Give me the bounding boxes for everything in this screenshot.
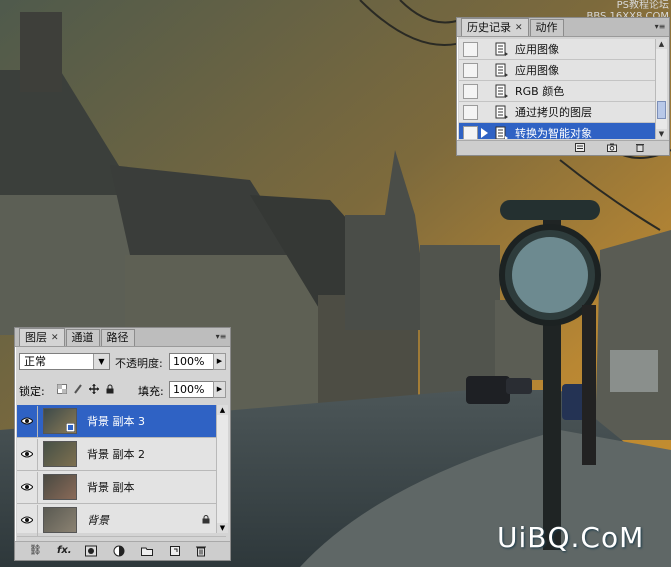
- history-item-label: 应用图像: [515, 43, 559, 56]
- lock-label: 锁定:: [19, 385, 45, 398]
- history-panel: 历史记录 ✕ 动作 ▾≡ 应用图像 应用图像 RGB 颜色 通过拷贝的图层 转换…: [456, 17, 670, 156]
- history-brush-source-checkbox[interactable]: [463, 125, 478, 139]
- visibility-eye-icon[interactable]: [17, 504, 38, 536]
- trash-icon[interactable]: [635, 143, 645, 152]
- tab-layers[interactable]: 图层 ✕: [19, 328, 65, 346]
- snapshot-icon[interactable]: [607, 143, 617, 152]
- scroll-up-icon[interactable]: ▲: [656, 39, 667, 49]
- lock-row: 锁定: 填充: 100% ▶: [19, 381, 226, 399]
- opacity-field[interactable]: 100% ▶: [169, 353, 226, 370]
- history-item[interactable]: 通过拷贝的图层: [459, 102, 655, 123]
- fill-field[interactable]: 100% ▶: [169, 381, 226, 398]
- blend-mode-select[interactable]: 正常 ▼: [19, 353, 110, 370]
- layer-thumbnail: [43, 441, 77, 467]
- history-item-label: 通过拷贝的图层: [515, 106, 592, 119]
- history-scrollbar[interactable]: ▲ ▼: [655, 39, 667, 139]
- opacity-value: 100%: [173, 355, 205, 368]
- tab-actions[interactable]: 动作: [529, 19, 564, 36]
- fx-icon[interactable]: fx.: [57, 545, 72, 557]
- history-item-label: 转换为智能对象: [515, 127, 592, 139]
- layers-tabs: 图层 ✕ 通道 路径 ▾≡: [15, 328, 230, 347]
- history-brush-source-checkbox[interactable]: [463, 83, 478, 99]
- mask-icon[interactable]: [85, 545, 97, 557]
- history-brush-source-checkbox[interactable]: [463, 104, 478, 120]
- layers-options: 正常 ▼ 不透明度: 100% ▶ 锁定: 填充: 100% ▶: [15, 347, 230, 405]
- tab-channels-label: 通道: [71, 331, 94, 344]
- scroll-up-icon[interactable]: ▲: [217, 405, 228, 415]
- new-document-from-state-icon[interactable]: [575, 143, 585, 152]
- panel-menu-icon[interactable]: ▾≡: [215, 332, 227, 342]
- layer-name: 背景 副本 2: [87, 448, 145, 461]
- fill-value: 100%: [173, 383, 205, 396]
- layers-scrollbar[interactable]: ▲ ▼: [216, 405, 228, 533]
- tab-paths[interactable]: 路径: [100, 329, 135, 346]
- visibility-eye-icon[interactable]: [17, 405, 38, 437]
- scroll-down-icon[interactable]: ▼: [656, 129, 667, 139]
- history-item[interactable]: 应用图像: [459, 39, 655, 60]
- layer-thumbnail: [43, 474, 77, 500]
- trash-icon[interactable]: [195, 545, 207, 557]
- chevron-right-icon[interactable]: ▶: [213, 381, 226, 398]
- close-icon[interactable]: ✕: [515, 20, 523, 36]
- history-item-selected[interactable]: 转换为智能对象: [459, 123, 655, 139]
- history-item-label: 应用图像: [515, 64, 559, 77]
- layer-lock-icon: [202, 515, 210, 524]
- tab-channels[interactable]: 通道: [65, 329, 100, 346]
- layer-list: 背景 副本 3 背景 副本 2 背景 副本 背景: [17, 405, 226, 537]
- watermark-top-line1: PS教程论坛: [616, 0, 669, 11]
- history-brush-source-checkbox[interactable]: [463, 41, 478, 57]
- panel-menu-icon[interactable]: ▾≡: [654, 22, 666, 32]
- history-item-label: RGB 颜色: [515, 85, 565, 98]
- layers-panel: 图层 ✕ 通道 路径 ▾≡ 正常 ▼ 不透明度: 100% ▶ 锁定: 填充:: [14, 327, 231, 561]
- lock-position-icon[interactable]: [89, 384, 99, 394]
- tab-history[interactable]: 历史记录 ✕: [461, 18, 529, 36]
- history-item[interactable]: RGB 颜色: [459, 81, 655, 102]
- opacity-label: 不透明度:: [115, 357, 163, 370]
- history-tabs: 历史记录 ✕ 动作 ▾≡: [457, 18, 669, 37]
- new-layer-icon[interactable]: [169, 545, 181, 557]
- folder-icon[interactable]: [141, 545, 153, 557]
- layers-bottom-bar: ⛓ fx.: [15, 541, 230, 560]
- layer-name: 背景: [87, 514, 109, 527]
- history-item[interactable]: 应用图像: [459, 60, 655, 81]
- visibility-eye-icon[interactable]: [17, 471, 38, 503]
- layer-row-selected[interactable]: 背景 副本 3: [17, 405, 226, 438]
- layer-name: 背景 副本: [87, 481, 135, 494]
- layer-name: 背景 副本 3: [87, 415, 145, 428]
- layer-row[interactable]: 背景 副本: [17, 471, 226, 504]
- history-bottom-bar: [457, 140, 669, 155]
- close-icon[interactable]: ✕: [51, 330, 59, 346]
- history-step-icon: [495, 126, 508, 139]
- layer-row[interactable]: 背景 副本 2: [17, 438, 226, 471]
- history-step-icon: [495, 63, 508, 77]
- scroll-thumb[interactable]: [657, 101, 666, 119]
- tab-actions-label: 动作: [535, 21, 558, 34]
- history-step-icon: [495, 84, 508, 98]
- tab-paths-label: 路径: [106, 331, 129, 344]
- lock-transparent-pixels-icon[interactable]: [57, 384, 67, 394]
- history-state-pointer-icon[interactable]: [481, 128, 488, 138]
- chevron-down-icon[interactable]: ▼: [93, 354, 109, 369]
- link-icon[interactable]: ⛓: [29, 545, 42, 557]
- blend-mode-value: 正常: [24, 355, 46, 368]
- fill-label: 填充:: [138, 385, 164, 398]
- history-list: 应用图像 应用图像 RGB 颜色 通过拷贝的图层 转换为智能对象: [459, 39, 655, 139]
- chevron-right-icon[interactable]: ▶: [213, 353, 226, 370]
- layer-thumbnail: [43, 507, 77, 533]
- scroll-down-icon[interactable]: ▼: [217, 523, 228, 533]
- lock-image-pixels-icon[interactable]: [73, 384, 83, 394]
- tab-history-label: 历史记录: [467, 20, 511, 34]
- layer-row[interactable]: 背景: [17, 504, 226, 537]
- layer-thumbnail: [43, 408, 77, 434]
- tab-layers-label: 图层: [25, 330, 47, 344]
- history-step-icon: [495, 42, 508, 56]
- history-step-icon: [495, 105, 508, 119]
- adjustment-icon[interactable]: [113, 545, 125, 557]
- history-brush-source-checkbox[interactable]: [463, 62, 478, 78]
- smart-object-icon: [66, 423, 75, 432]
- watermark-bottom: UiBQ.CoM: [497, 521, 645, 554]
- visibility-eye-icon[interactable]: [17, 438, 38, 470]
- lock-all-icon[interactable]: [105, 384, 115, 394]
